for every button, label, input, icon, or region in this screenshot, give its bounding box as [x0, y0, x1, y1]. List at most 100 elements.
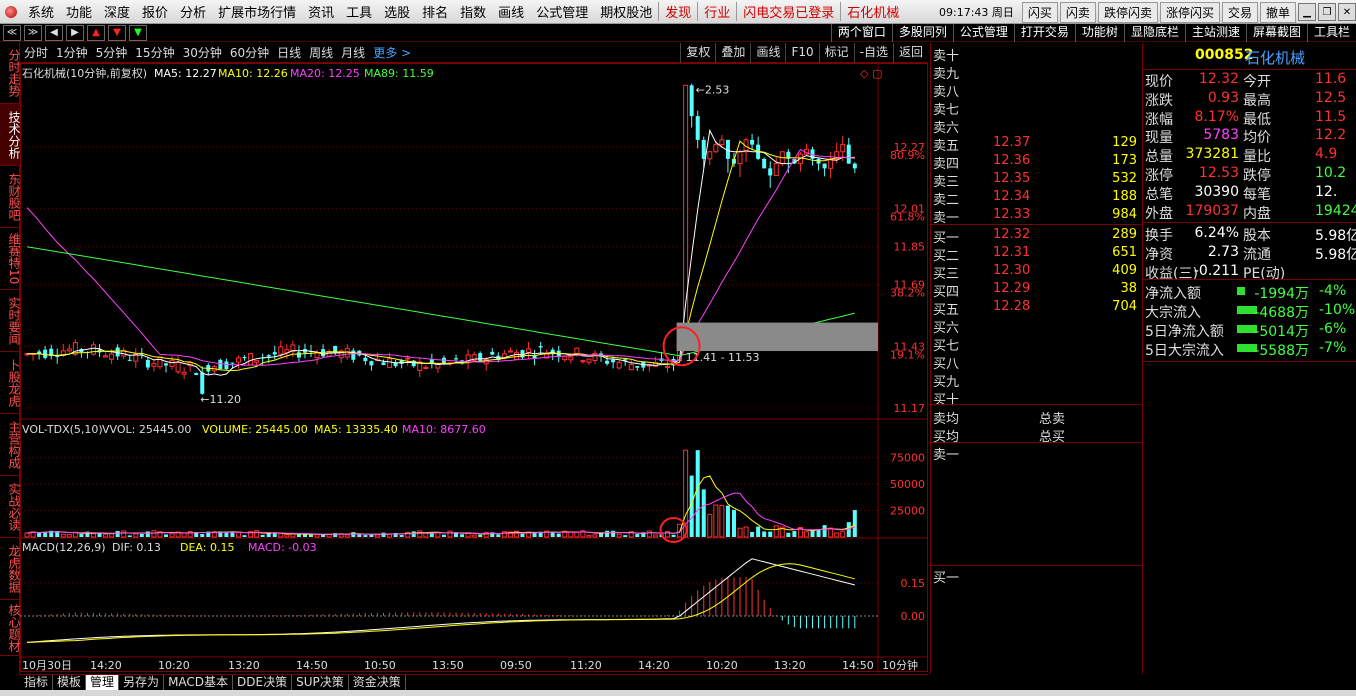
side-tab-4[interactable]: 实时要闻	[0, 290, 21, 352]
menu-item-8[interactable]: 选股	[378, 2, 416, 21]
volume-bar-down	[496, 534, 501, 537]
menu-item-10[interactable]: 指数	[454, 2, 492, 21]
menu-item-4[interactable]: 分析	[174, 2, 212, 21]
period-5[interactable]: 60分钟	[226, 44, 273, 61]
period-1[interactable]: 1分钟	[52, 44, 92, 61]
toolbar-button-2[interactable]: 公式管理	[952, 24, 1014, 42]
toolbar-button-8[interactable]: 工具栏	[1306, 24, 1356, 42]
menu-item-13[interactable]: 期权股池	[594, 2, 658, 21]
bottom-tab-1[interactable]: 模板	[53, 675, 87, 690]
trade-button-4[interactable]: 交易	[1221, 1, 1258, 23]
menu-item-0[interactable]: 系统	[22, 2, 60, 21]
tool-6[interactable]: 返回	[892, 43, 928, 63]
tool-4[interactable]: 标记	[818, 43, 854, 63]
toolbar-button-1[interactable]: 多股同列	[891, 24, 953, 42]
period-4[interactable]: 30分钟	[179, 44, 226, 61]
orderbook-row: 卖五 12.37 129	[931, 134, 1141, 154]
menu-red-item-0[interactable]: 发现	[658, 2, 697, 21]
period-0[interactable]: 分时	[20, 44, 52, 61]
orderbook-row: 买五 12.28 704	[931, 298, 1141, 318]
bottom-tab-5[interactable]: DDE决策	[233, 675, 293, 690]
bottom-tab-0[interactable]: 指标	[20, 675, 54, 690]
double-right-icon[interactable]: ≫	[24, 24, 42, 41]
period-8[interactable]: 月线	[337, 44, 369, 61]
toolbar-button-7[interactable]: 屏幕截图	[1245, 24, 1307, 42]
left-icon[interactable]: ◀	[45, 24, 63, 41]
volume-bar-down	[37, 532, 42, 537]
trade-button-2[interactable]: 跌停闪卖	[1097, 1, 1158, 23]
side-tab-1[interactable]: 技术分析	[0, 104, 21, 166]
green-down-icon[interactable]: ▼	[129, 24, 147, 41]
menu-item-9[interactable]: 排名	[416, 2, 454, 21]
tool-0[interactable]: 复权	[680, 43, 715, 63]
tool-5[interactable]: -自选	[853, 43, 893, 63]
diamond-icon[interactable]: ◇ ▢	[860, 67, 882, 80]
quote-label: 流通	[1243, 247, 1271, 264]
toolbar-button-5[interactable]: 显隐底栏	[1123, 24, 1185, 42]
volume-bar-down	[145, 531, 150, 537]
side-tab-3[interactable]: 维赛特10	[0, 228, 21, 290]
minimize-icon[interactable]: ▁	[1298, 3, 1316, 21]
menu-item-5[interactable]: 扩展市场行情	[212, 2, 302, 21]
down-arrow-icon[interactable]: ▼	[108, 24, 126, 41]
candle-down	[351, 350, 356, 360]
trade-button-5[interactable]: 撤单	[1259, 1, 1296, 23]
price-tick: 11.85	[894, 241, 926, 254]
menu-red-item-1[interactable]: 行业	[697, 2, 736, 21]
side-tab-0[interactable]: 分时走势	[0, 42, 21, 104]
volume-bar-up	[737, 527, 743, 538]
tool-3[interactable]: F10	[785, 43, 818, 63]
candle-up	[248, 353, 254, 366]
period-3[interactable]: 15分钟	[131, 44, 178, 61]
menu-item-1[interactable]: 功能	[60, 2, 98, 21]
menu-item-11[interactable]: 画线	[492, 2, 530, 21]
orderbook-row: 买三 12.30 409	[931, 262, 1141, 282]
bottom-tab-7[interactable]: 资金决策	[349, 675, 406, 690]
side-tab-7[interactable]: 实战必读	[0, 476, 21, 538]
candle-down	[369, 361, 374, 366]
period-2[interactable]: 5分钟	[92, 44, 132, 61]
toolbar-button-3[interactable]: 打开交易	[1013, 24, 1075, 42]
bottom-tab-6[interactable]: SUP决策	[292, 675, 349, 690]
menu-item-7[interactable]: 工具	[340, 2, 378, 21]
quote-value: 19424	[1315, 202, 1356, 219]
toolbar-button-4[interactable]: 功能树	[1074, 24, 1124, 42]
menu-item-3[interactable]: 报价	[136, 2, 174, 21]
more-periods-link[interactable]: 更多 >	[369, 44, 415, 61]
trade-button-0[interactable]: 闪买	[1021, 1, 1058, 23]
bottom-tab-3[interactable]: 另存为	[119, 675, 165, 690]
time-tick: 11:20	[570, 659, 602, 672]
menu-red-item-3[interactable]: 石化机械	[840, 2, 905, 21]
toolbar-button-6[interactable]: 主站测速	[1184, 24, 1246, 42]
side-tab-8[interactable]: 龙虎数据	[0, 538, 21, 600]
menu-item-6[interactable]: 资讯	[302, 2, 340, 21]
kline-chart[interactable]: 12.2712.0111.8511.6911.4311.1780.9%61.8%…	[20, 63, 928, 673]
tool-1[interactable]: 叠加	[715, 43, 750, 63]
bottom-tab-4[interactable]: MACD基本	[164, 675, 234, 690]
toolbar-button-0[interactable]: 两个窗口	[830, 24, 892, 42]
menu-red-item-2[interactable]: 闪电交易已登录	[736, 2, 840, 21]
candle-up	[707, 151, 713, 160]
quote-label: 净资	[1145, 247, 1173, 264]
trade-button-1[interactable]: 闪卖	[1059, 1, 1096, 23]
double-left-icon[interactable]: ≪	[3, 24, 21, 41]
trade-button-3[interactable]: 涨停闪买	[1159, 1, 1220, 23]
quote-label: 跌停	[1243, 168, 1271, 184]
bottom-tab-2[interactable]: 管理	[86, 675, 120, 690]
right-icon[interactable]: ▶	[66, 24, 84, 41]
close-icon[interactable]: ✕	[1338, 3, 1356, 21]
tool-2[interactable]: 画线	[750, 43, 785, 63]
restore-icon[interactable]: ❐	[1318, 3, 1336, 21]
side-tab-6[interactable]: 主营构成	[0, 414, 21, 476]
up-arrow-icon[interactable]: ▲	[87, 24, 105, 41]
menu-item-2[interactable]: 深度	[98, 2, 136, 21]
period-6[interactable]: 日线	[273, 44, 305, 61]
period-7[interactable]: 周线	[305, 44, 337, 61]
volume-bar-down	[97, 533, 102, 537]
side-tab-2[interactable]: 东财股吧	[0, 166, 21, 228]
candle-up	[586, 358, 592, 363]
orderbook-summary: 买均 总买	[931, 425, 1141, 445]
menu-item-12[interactable]: 公式管理	[530, 2, 594, 21]
side-tab-5[interactable]: 卜股龙虎	[0, 352, 21, 414]
side-tab-9[interactable]: 核心题材	[0, 600, 21, 656]
